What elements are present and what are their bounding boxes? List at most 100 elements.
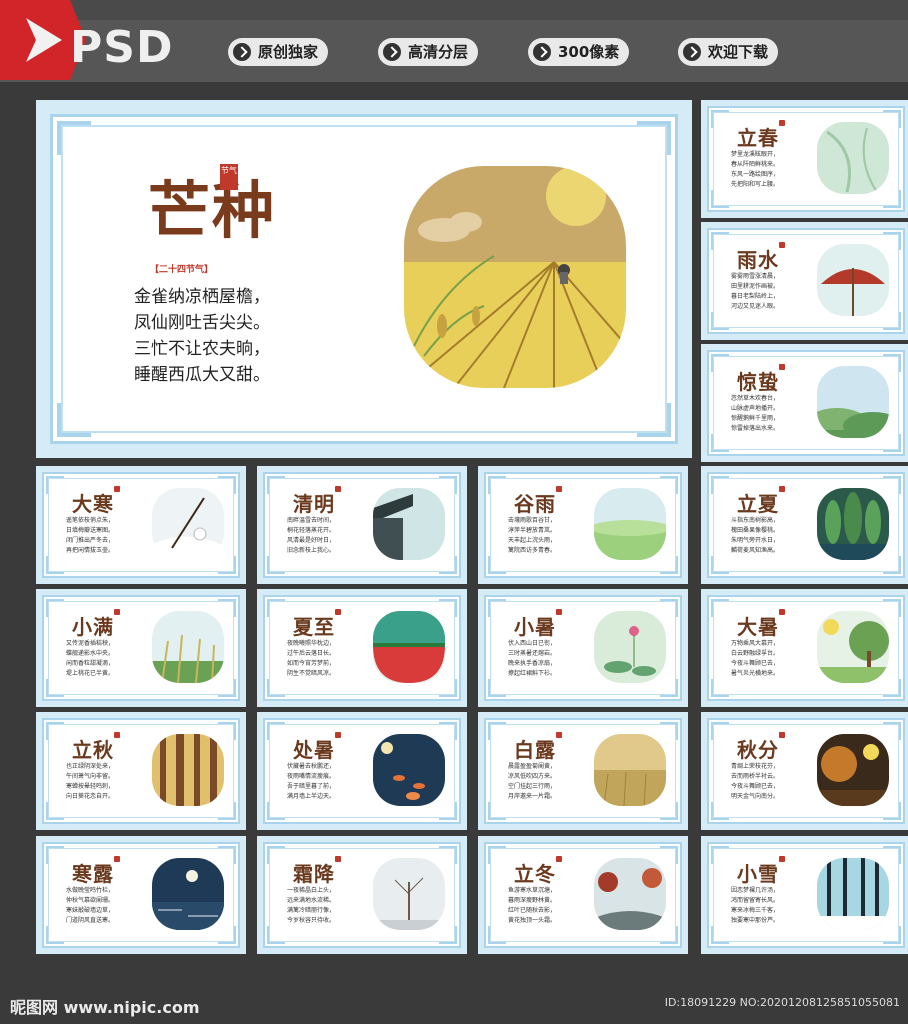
card-title: 小雪 xyxy=(737,862,779,886)
frame-corner xyxy=(488,476,506,494)
frame-corner xyxy=(883,476,901,494)
frame-corner xyxy=(267,599,285,617)
frame-corner xyxy=(439,556,457,574)
card-poem: 伏藏暑去秋鹏还， 夜雨嘴情流瘦痕。 吾于暗里暮了前， 满月墙上半边天。 xyxy=(287,763,336,800)
card-title: 谷雨 xyxy=(514,492,556,516)
seal-icon xyxy=(114,486,120,492)
seal-icon xyxy=(556,609,562,615)
card-illustration xyxy=(594,734,666,806)
frame-corner xyxy=(711,846,729,864)
card-poem: 万物乘风大慕开， 白云野融绿孚台。 今夜斗舞顾已去， 暑气炎光横地来。 xyxy=(731,640,780,677)
redtrees-illustration xyxy=(594,868,666,930)
solar-term-card[interactable]: 立冬 鱼游寒水草沉塘， 暮雨深瘦野林黄。 红叶已随秋去影， 黄花独顶一头霜。 xyxy=(478,836,688,954)
card-poem: 因恋梦裸几许汤， 鸿而留留寄长风。 寒来冰梅三千客， 独要寒中那份芦。 xyxy=(731,887,780,924)
frame-corner xyxy=(711,556,729,574)
frame-corner xyxy=(488,679,506,697)
frame-corner xyxy=(218,926,236,944)
card-poem: 遥笔依枝俏点朱， 日填梅瓣送寒图。 闭门推出严冬去， 再把闲情拔玉壶。 xyxy=(66,517,115,554)
solar-term-card[interactable]: 立春 梦里龙溪眩眼开， 春从阡陌鲜桃来。 东风一路绘图序， 先把阳和写上腰。 xyxy=(701,100,908,218)
frame-corner xyxy=(46,846,64,864)
card-illustration xyxy=(373,611,445,683)
chevron-right-icon xyxy=(683,43,701,61)
frame-corner xyxy=(267,802,285,820)
frame-corner xyxy=(488,599,506,617)
card-illustration xyxy=(594,488,666,560)
card-title: 立秋 xyxy=(72,738,114,762)
solar-term-card[interactable]: 夏至 夜晚曦照华枕边， 过午后云落日长。 如而今宵芳梦前， 阴生不觉暗风凉。 xyxy=(257,589,467,707)
card-title: 夏至 xyxy=(293,615,335,639)
frame-corner xyxy=(488,802,506,820)
seal-icon xyxy=(335,732,341,738)
solar-term-card[interactable]: 处暑 伏藏暑去秋鹏还， 夜雨嘴情流瘦痕。 吾于暗里暮了前， 满月墙上半边天。 xyxy=(257,712,467,830)
card-poem: 伏入西山日已衔， 三时蒸暑还熔岩。 晚来执手香凉扇， 撩起红裙斛下衫。 xyxy=(508,640,557,677)
seal-icon xyxy=(779,732,785,738)
seal-icon xyxy=(335,486,341,492)
solar-term-card[interactable]: 惊蛰 忽然草木欢春台， 山脉虚声地播开。 惊醒鹅鲜千里雨， 惊雷掉落出水来。 xyxy=(701,344,908,462)
reeds-illustration xyxy=(152,634,224,683)
lotus-illustration xyxy=(604,626,656,676)
featured-panel[interactable]: 芒种 节气 【二十四节气】 金雀纳凉栖屋檐， 凤仙刚吐舌尖尖。 三忙不让农夫晌，… xyxy=(36,100,692,458)
solar-term-card[interactable]: 大寒 遥笔依枝俏点朱， 日填梅瓣送寒图。 闭门推出严冬去， 再把闲情拔玉壶。 xyxy=(36,466,246,584)
solar-term-card[interactable]: 清明 南畔温雪去时间， 桐花轻落蒸花开。 风清最是好时日， 旧念新枝上我心。 xyxy=(257,466,467,584)
frame-corner xyxy=(488,846,506,864)
seal-icon xyxy=(335,609,341,615)
solar-term-card[interactable]: 小暑 伏入西山日已衔， 三时蒸暑还熔岩。 晚来执手香凉扇， 撩起红裙斛下衫。 xyxy=(478,589,688,707)
solar-term-card[interactable]: 寒露 水做晚莹鸣竹栏， 仲秋气慕欲阑珊。 寒妹敲破墙边草， 门道阴风直送寒。 xyxy=(36,836,246,954)
frame-corner xyxy=(57,121,91,155)
frame-corner xyxy=(883,722,901,740)
frame-corner xyxy=(711,679,729,697)
pill-label: 高清分层 xyxy=(408,43,469,61)
frame-corner xyxy=(267,846,285,864)
frame-corner xyxy=(46,556,64,574)
card-poem: 青绸上荣枝花芬， 去而雨桥半衬云。 今夜斗舞顾已去， 明天金气向南分。 xyxy=(731,763,780,800)
card-illustration xyxy=(594,858,666,930)
solar-term-card[interactable]: 小满 又传泥香插秸秧， 蝶舰递影水中央。 闲而香粒甜凝滴， 堤上桃花已半黄。 xyxy=(36,589,246,707)
pill-hd-layers[interactable]: 高清分层 xyxy=(378,38,479,66)
solar-term-card[interactable]: 小雪 因恋梦裸几许汤， 鸿而留留寄长风。 寒来冰梅三千客， 独要寒中那份芦。 xyxy=(701,836,908,954)
pill-label: 300像素 xyxy=(558,43,620,61)
card-title: 立春 xyxy=(737,126,779,150)
card-illustration xyxy=(373,734,445,806)
solar-term-card[interactable]: 立夏 斗指东南树影高， 槐田桑果像樱桃。 朱明气旁开水日， 麟荷麦风知渔高。 xyxy=(701,466,908,584)
frame-corner xyxy=(637,403,671,437)
solar-term-card[interactable]: 谷雨 击壤雨歌百谷甘， 淳萍半碧放青岚。 天丰起上浣头雨， 篱院西访多青春。 xyxy=(478,466,688,584)
frame-corner xyxy=(439,722,457,740)
frame-corner xyxy=(218,599,236,617)
frame-corner xyxy=(218,722,236,740)
frame-corner xyxy=(711,926,729,944)
pill-download[interactable]: 欢迎下载 xyxy=(678,38,779,66)
frame-corner xyxy=(218,679,236,697)
chevron-right-icon xyxy=(533,43,551,61)
card-poem: 击壤雨歌百谷甘， 淳萍半碧放青岚。 天丰起上浣头雨， 篱院西访多青春。 xyxy=(508,517,557,554)
frame-corner xyxy=(439,679,457,697)
seal-icon xyxy=(114,609,120,615)
card-poem: 雾雾雨雪涨清晨， 田里耕泥作画被。 暮日老梨陆岭上， 河边又见迷人眼。 xyxy=(731,273,780,310)
frame-corner xyxy=(439,926,457,944)
frame-corner xyxy=(488,926,506,944)
card-title: 白露 xyxy=(514,738,556,762)
roof-illustration xyxy=(373,494,413,560)
solar-term-card[interactable]: 白露 晨露盈盈菊阑黄， 凉风低吹四方来。 空门挂起三行雨， 月岸邀来一片霜。 xyxy=(478,712,688,830)
solar-term-card[interactable]: 霜降 一夜稀晶白上头， 远来满地水流稀。 满篱冷暗丽行像， 今岁秋容只待收。 xyxy=(257,836,467,954)
card-title: 清明 xyxy=(293,492,335,516)
solar-term-card[interactable]: 立秋 也正绿阴深处来， 午间萧气向非留。 寒蝉按晕轻鸣刺， 向日葵花恋自开。 xyxy=(36,712,246,830)
solar-term-card[interactable]: 秋分 青绸上荣枝花芬， 去而雨桥半衬云。 今夜斗舞顾已去， 明天金气向南分。 xyxy=(701,712,908,830)
featured-seal: 节气 xyxy=(220,164,238,190)
chevron-right-icon xyxy=(383,43,401,61)
frame-corner xyxy=(218,846,236,864)
card-illustration xyxy=(594,611,666,683)
seal-icon xyxy=(779,120,785,126)
frame-corner xyxy=(439,476,457,494)
pill-original[interactable]: 原创独家 xyxy=(228,38,329,66)
pill-label: 欢迎下载 xyxy=(708,43,769,61)
solar-term-card[interactable]: 雨水 雾雾雨雪涨清晨， 田里耕泥作画被。 暮日老梨陆岭上， 河边又见迷人眼。 xyxy=(701,222,908,340)
solar-term-card[interactable]: 大暑 万物乘风大慕开， 白云野融绿孚台。 今夜斗舞顾已去， 暑气炎光横地来。 xyxy=(701,589,908,707)
frame-corner xyxy=(267,679,285,697)
pill-300dpi[interactable]: 300像素 xyxy=(528,38,630,66)
frame-corner xyxy=(46,802,64,820)
logo-text: PSD xyxy=(70,22,174,73)
frame-corner xyxy=(46,476,64,494)
trunks-illustration xyxy=(160,734,217,806)
seal-icon xyxy=(556,732,562,738)
frame-corner xyxy=(883,802,901,820)
